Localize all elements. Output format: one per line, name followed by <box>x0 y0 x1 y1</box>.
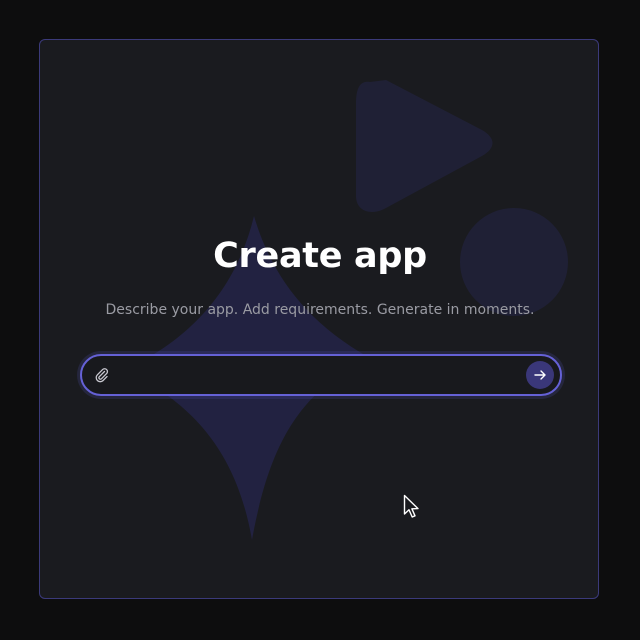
app-description-input[interactable] <box>120 362 514 390</box>
paperclip-icon[interactable] <box>94 367 110 383</box>
background-triangle-shape <box>356 80 493 212</box>
mouse-pointer-icon <box>403 494 419 518</box>
background-logo-art <box>124 80 568 540</box>
page-subtitle: Describe your app. Add requirements. Gen… <box>105 302 535 318</box>
send-button[interactable] <box>526 361 554 389</box>
arrow-right-icon <box>534 370 546 380</box>
create-app-panel: Create app Describe your app. Add requir… <box>39 39 599 599</box>
prompt-bar <box>80 354 562 396</box>
page-title: Create app <box>213 236 427 276</box>
